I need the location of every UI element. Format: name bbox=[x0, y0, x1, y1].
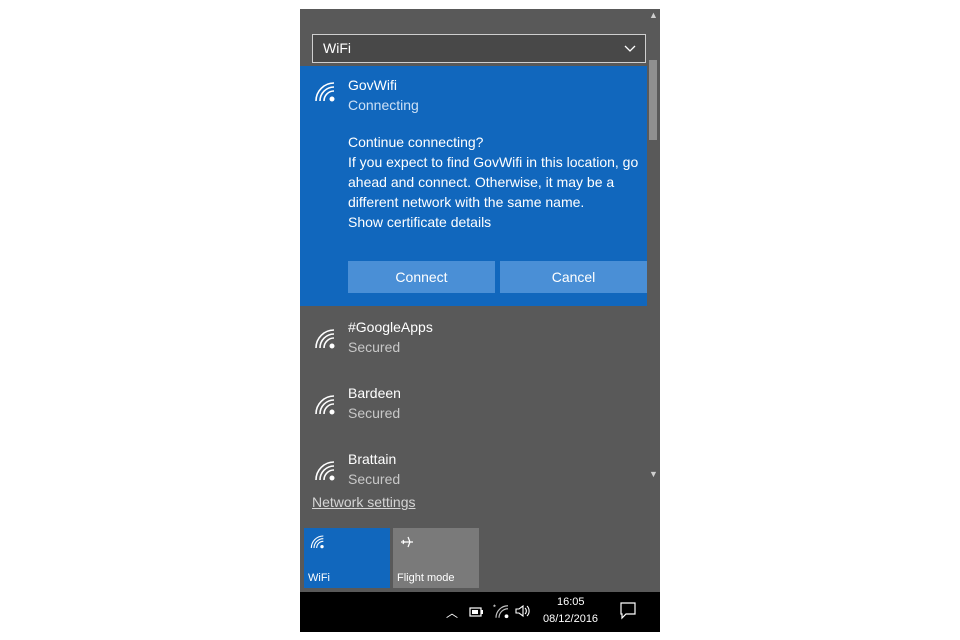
network-ssid: #GoogleApps bbox=[348, 319, 433, 335]
wifi-taskbar-icon[interactable]: * bbox=[493, 603, 511, 619]
prompt-line: different network with the same name. bbox=[348, 194, 585, 210]
scroll-up-icon[interactable]: ▲ bbox=[649, 10, 658, 20]
network-item[interactable]: Bardeen Secured bbox=[300, 375, 647, 435]
chevron-down-icon bbox=[624, 45, 636, 52]
connect-prompt: Continue connecting? If you expect to fi… bbox=[348, 132, 648, 232]
prompt-line: ahead and connect. Otherwise, it may be … bbox=[348, 174, 615, 190]
network-ssid: Brattain bbox=[348, 451, 397, 467]
scrollbar-thumb[interactable] bbox=[649, 60, 657, 140]
tile-label: Flight mode bbox=[397, 572, 455, 584]
taskbar: ︿ * 16:05 08/12/2016 bbox=[300, 592, 660, 632]
network-status: Secured bbox=[348, 471, 401, 487]
network-status: Secured bbox=[348, 405, 401, 421]
prompt-question: Continue connecting? bbox=[348, 134, 484, 150]
wifi-signal-icon bbox=[315, 82, 335, 102]
airplane-icon bbox=[401, 536, 413, 548]
network-ssid: GovWifi bbox=[348, 77, 397, 93]
network-status: Secured bbox=[348, 339, 401, 355]
flight-mode-tile[interactable]: Flight mode bbox=[393, 528, 479, 588]
svg-text:*: * bbox=[493, 603, 496, 612]
wifi-signal-icon bbox=[315, 329, 335, 349]
chevron-up-icon[interactable]: ︿ bbox=[446, 604, 458, 621]
wifi-tile[interactable]: WiFi bbox=[304, 528, 390, 588]
wifi-signal-icon bbox=[315, 395, 335, 415]
connect-button[interactable]: Connect bbox=[348, 261, 495, 293]
tile-label: WiFi bbox=[308, 572, 330, 584]
network-list: #GoogleApps Secured Bardeen Secured Brat… bbox=[300, 309, 647, 489]
scroll-down-icon[interactable]: ▼ bbox=[649, 469, 658, 479]
wifi-signal-icon bbox=[315, 461, 335, 481]
cancel-button[interactable]: Cancel bbox=[500, 261, 647, 293]
network-status: Connecting bbox=[348, 97, 419, 113]
prompt-line: If you expect to find GovWifi in this lo… bbox=[348, 154, 639, 170]
network-flyout: WiFi GovWifi Connecting Continue connect… bbox=[300, 9, 660, 592]
network-item[interactable]: Brattain Secured bbox=[300, 441, 647, 489]
network-ssid: Bardeen bbox=[348, 385, 401, 401]
network-item-active[interactable]: GovWifi Connecting Continue connecting? … bbox=[300, 66, 647, 306]
action-center-icon[interactable] bbox=[620, 602, 636, 620]
wifi-icon bbox=[310, 535, 324, 549]
network-settings-link[interactable]: Network settings bbox=[312, 494, 415, 510]
network-type-dropdown[interactable]: WiFi bbox=[312, 34, 646, 63]
dropdown-value: WiFi bbox=[323, 40, 351, 56]
battery-icon[interactable] bbox=[468, 605, 484, 619]
clock-date[interactable]: 08/12/2016 bbox=[543, 613, 598, 625]
show-certificate-link[interactable]: Show certificate details bbox=[348, 212, 648, 232]
network-item[interactable]: #GoogleApps Secured bbox=[300, 309, 647, 369]
clock-time[interactable]: 16:05 bbox=[557, 596, 585, 608]
volume-icon[interactable] bbox=[514, 604, 532, 618]
